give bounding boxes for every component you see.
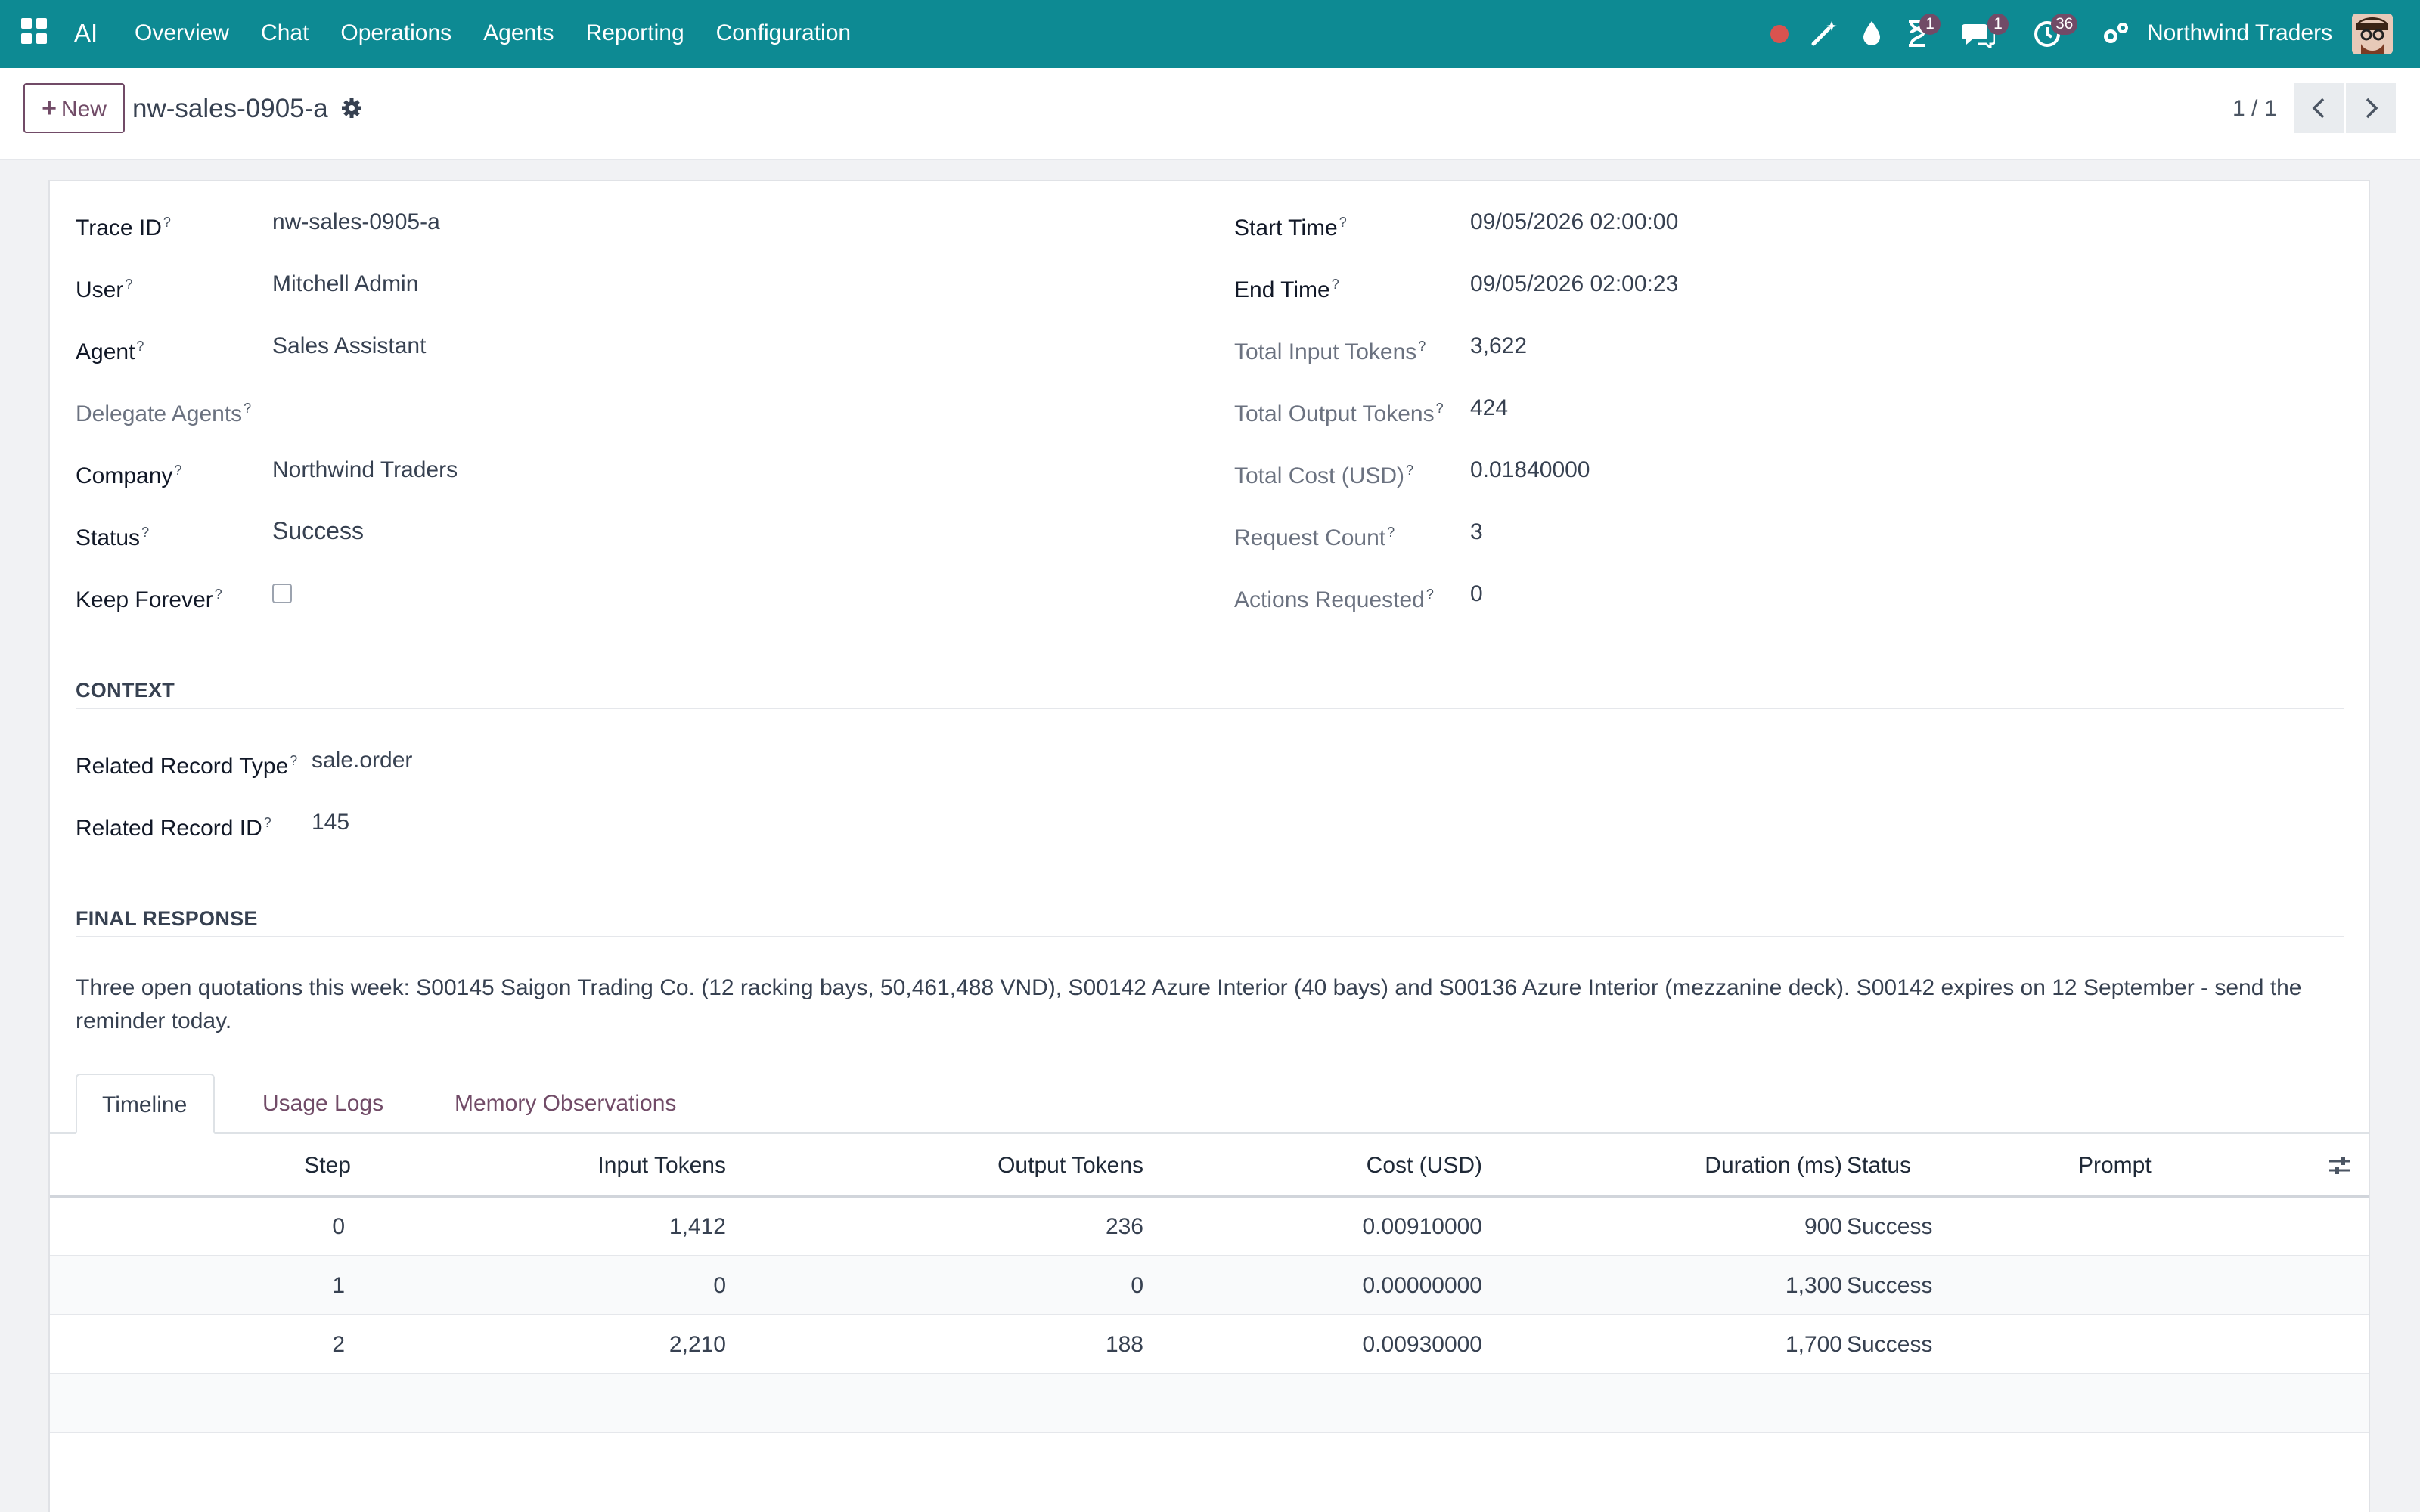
timeline-table: Step Input Tokens Output Tokens Cost (US… xyxy=(50,1134,2369,1509)
form-sheet: Trace ID? nw-sales-0905-a User? Mitchell… xyxy=(48,180,2370,1512)
empty-table-row xyxy=(50,1374,2369,1433)
status-field[interactable]: Success xyxy=(272,516,364,546)
table-row[interactable]: 2 2,210 188 0.00930000 1,700 Success xyxy=(50,1315,2369,1374)
settings-gears-icon[interactable] xyxy=(2101,21,2130,47)
empty-table-row xyxy=(50,1433,2369,1509)
column-output-tokens[interactable]: Output Tokens xyxy=(997,1134,1143,1198)
actions-requested-value: 0 xyxy=(1470,581,1483,606)
context-section-title: CONTEXT xyxy=(76,679,175,702)
cell-cost-usd: 0.00930000 xyxy=(1362,1332,1483,1357)
total-input-tokens-value: 3,622 xyxy=(1470,333,1528,358)
end-time-label: End Time? xyxy=(1234,277,1339,302)
start-time-field[interactable]: 09/05/2026 02:00:00 xyxy=(1470,207,1678,237)
avatar[interactable] xyxy=(2352,14,2393,54)
cell-status: Success xyxy=(1847,1214,1933,1239)
new-button-label: New xyxy=(60,97,107,122)
total-output-tokens-value: 424 xyxy=(1470,395,1509,420)
drop-icon[interactable] xyxy=(1860,18,1883,48)
final-response-text: Three open quotations this week: S00145 … xyxy=(76,975,2302,1033)
table-row[interactable]: 1 0 0 0.00000000 1,300 Success xyxy=(50,1256,2369,1315)
cell-step: 1 xyxy=(332,1273,345,1298)
column-input-tokens[interactable]: Input Tokens xyxy=(597,1134,726,1198)
cell-step: 2 xyxy=(332,1332,345,1357)
magic-wand-icon[interactable] xyxy=(1809,18,1839,48)
actions-requested-label: Actions Requested? xyxy=(1234,587,1434,612)
cell-status: Success xyxy=(1847,1273,1933,1298)
cell-input-tokens: 2,210 xyxy=(669,1332,726,1357)
chevron-left-icon xyxy=(2312,98,2325,119)
pager-previous-button[interactable] xyxy=(2294,83,2344,133)
column-step[interactable]: Step xyxy=(304,1134,351,1198)
keep-forever-checkbox[interactable] xyxy=(272,584,292,603)
agent-field[interactable]: Sales Assistant xyxy=(272,331,426,361)
company-field[interactable]: Northwind Traders xyxy=(272,455,458,485)
total-output-tokens-label: Total Output Tokens? xyxy=(1234,401,1444,426)
control-panel: + New nw-sales-0905-a 1 / 1 xyxy=(0,68,2420,160)
pager-value[interactable]: 1 / 1 xyxy=(2232,92,2276,125)
related-record-type-label: Related Record Type? xyxy=(76,753,298,779)
company-switcher[interactable]: Northwind Traders xyxy=(2147,18,2332,48)
clock-badge: 36 xyxy=(2051,14,2078,35)
activity-badge: 1 xyxy=(1919,14,1941,35)
cell-duration-ms: 900 xyxy=(1804,1214,1842,1239)
total-cost-value: 0.01840000 xyxy=(1470,457,1590,482)
tab-timeline[interactable]: Timeline xyxy=(76,1074,215,1134)
column-prompt[interactable]: Prompt xyxy=(2078,1134,2152,1198)
keep-forever-label: Keep Forever? xyxy=(76,587,222,612)
table-row[interactable]: 0 1,412 236 0.00910000 900 Success xyxy=(50,1198,2369,1256)
record-title: nw-sales-0905-a xyxy=(132,94,328,123)
cell-output-tokens: 0 xyxy=(1131,1273,1143,1298)
final-response-section-title: FINAL RESPONSE xyxy=(76,907,258,930)
related-record-type-field[interactable]: sale.order xyxy=(312,745,412,776)
start-time-label: Start Time? xyxy=(1234,215,1347,240)
related-record-id-label: Related Record ID? xyxy=(76,815,271,841)
cell-output-tokens: 188 xyxy=(1105,1332,1143,1357)
agent-label: Agent? xyxy=(76,339,144,364)
column-status[interactable]: Status xyxy=(1847,1134,1911,1198)
cell-output-tokens: 236 xyxy=(1105,1214,1143,1239)
column-settings-icon[interactable] xyxy=(2328,1154,2352,1178)
column-duration-ms[interactable]: Duration (ms) xyxy=(1705,1134,1842,1198)
systray: 1 1 36 xyxy=(0,0,2420,68)
cell-step: 0 xyxy=(332,1214,345,1239)
messages-badge: 1 xyxy=(1987,14,2009,35)
table-header: Step Input Tokens Output Tokens Cost (US… xyxy=(50,1134,2369,1198)
tab-usage-logs[interactable]: Usage Logs xyxy=(237,1074,408,1134)
trace-id-label: Trace ID? xyxy=(76,215,171,240)
cell-duration-ms: 1,700 xyxy=(1785,1332,1842,1357)
request-count-value: 3 xyxy=(1470,519,1483,544)
related-record-id-field[interactable]: 145 xyxy=(312,807,349,838)
gear-icon[interactable] xyxy=(340,97,363,119)
total-input-tokens-label: Total Input Tokens? xyxy=(1234,339,1426,364)
new-button[interactable]: + New xyxy=(23,83,125,133)
tab-memory-observations[interactable]: Memory Observations xyxy=(430,1074,701,1134)
status-label: Status? xyxy=(76,525,150,550)
delegate-agents-field[interactable] xyxy=(272,393,575,423)
pager-next-button[interactable] xyxy=(2346,83,2396,133)
trace-id-field[interactable]: nw-sales-0905-a xyxy=(272,207,440,237)
cell-input-tokens: 1,412 xyxy=(669,1214,726,1239)
cell-cost-usd: 0.00000000 xyxy=(1362,1273,1483,1298)
cell-input-tokens: 0 xyxy=(713,1273,726,1298)
record-dot-icon[interactable] xyxy=(1770,24,1789,44)
final-response-separator xyxy=(76,936,2344,937)
end-time-field[interactable]: 09/05/2026 02:00:23 xyxy=(1470,269,1678,299)
user-field[interactable]: Mitchell Admin xyxy=(272,269,418,299)
plus-icon: + xyxy=(42,94,57,122)
top-navbar: AI Overview Chat Operations Agents Repor… xyxy=(0,0,2420,68)
total-cost-label: Total Cost (USD)? xyxy=(1234,463,1414,488)
column-cost-usd[interactable]: Cost (USD) xyxy=(1367,1134,1482,1198)
cell-cost-usd: 0.00910000 xyxy=(1362,1214,1483,1239)
cell-status: Success xyxy=(1847,1332,1933,1357)
request-count-label: Request Count? xyxy=(1234,525,1395,550)
chevron-right-icon xyxy=(2366,98,2378,119)
delegate-agents-label: Delegate Agents? xyxy=(76,401,252,426)
company-label: Company? xyxy=(76,463,182,488)
cell-duration-ms: 1,300 xyxy=(1785,1273,1842,1298)
user-label: User? xyxy=(76,277,133,302)
context-separator xyxy=(76,708,2344,709)
